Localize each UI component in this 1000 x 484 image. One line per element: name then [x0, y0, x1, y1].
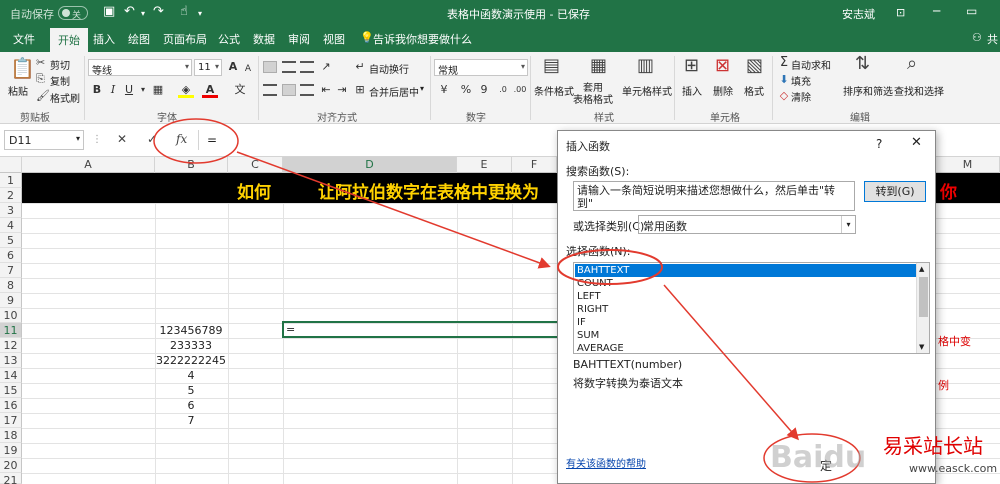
annotation-circle-bahttext [557, 249, 663, 285]
annotation-arrow [663, 284, 799, 441]
annotation-circle-fx [153, 118, 239, 164]
baidu-watermark: Baidu [770, 440, 867, 475]
annotation-overlay [153, 118, 861, 483]
watermark-cn: 易采站长站 [883, 434, 983, 458]
watermark-url: www.easck.com [909, 462, 998, 475]
annotation-arrow [236, 151, 551, 269]
site-watermark: 易采站长站 www.easck.com [877, 428, 1000, 484]
